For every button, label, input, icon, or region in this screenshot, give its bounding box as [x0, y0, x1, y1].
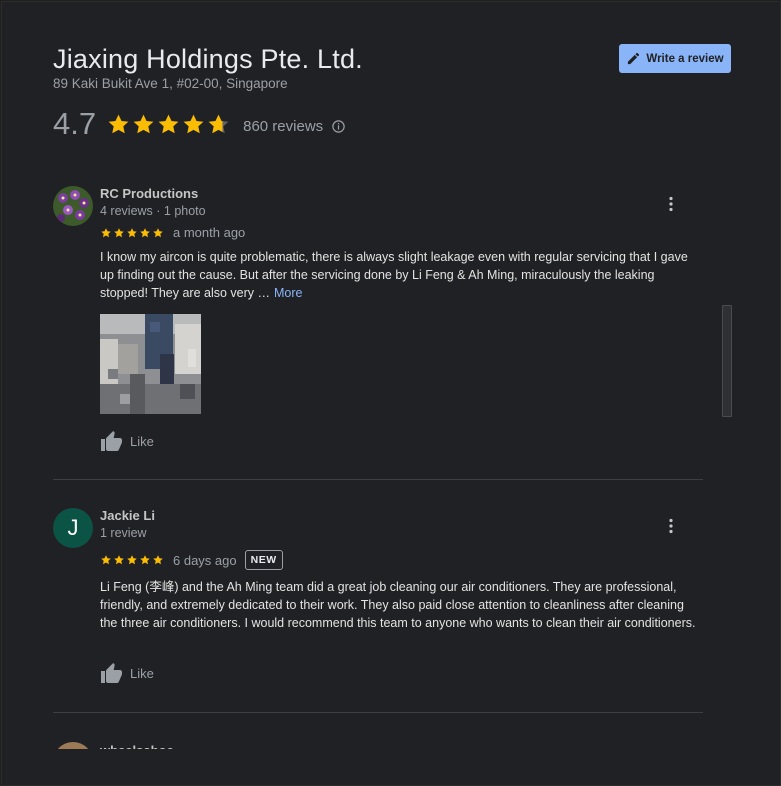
avatar[interactable] — [53, 186, 93, 226]
flower-avatar-image — [53, 186, 93, 226]
review-divider — [53, 712, 703, 713]
reviews-panel: Jiaxing Holdings Pte. Ltd. 89 Kaki Bukit… — [1, 1, 781, 786]
star-icon — [140, 227, 150, 237]
review-photo[interactable] — [100, 314, 201, 414]
star-icon — [101, 227, 111, 237]
business-name: Jiaxing Holdings Pte. Ltd. — [53, 44, 363, 74]
review-card: RC Productions 4 reviews · 1 photo a mon… — [53, 186, 703, 456]
review-date: 6 days ago — [173, 552, 237, 568]
review-rating-row: 6 days ago NEW — [100, 550, 283, 570]
like-label: Like — [130, 433, 154, 449]
review-text: I know my aircon is quite problematic, t… — [100, 248, 702, 302]
thumb-up-icon — [101, 663, 122, 683]
reviewer-meta: 4 reviews · 1 photo — [100, 204, 206, 218]
reviewer-name[interactable]: RC Productions — [100, 186, 198, 201]
review-count[interactable]: 860 reviews — [243, 118, 323, 135]
star-icon — [108, 114, 129, 133]
star-icon — [158, 114, 179, 133]
like-button[interactable]: Like — [100, 662, 154, 684]
info-icon[interactable] — [331, 119, 346, 134]
avatar[interactable]: J — [53, 508, 93, 548]
review-text: Li Feng (李峰) and the Ah Ming team did a … — [100, 580, 696, 630]
overall-rating: 4.7 860 reviews — [53, 106, 346, 142]
pencil-icon — [628, 52, 640, 65]
star-icon — [153, 227, 163, 237]
review-body: I know my aircon is quite problematic, t… — [100, 250, 688, 300]
star-icon — [114, 227, 124, 237]
scrollbar[interactable] — [722, 305, 732, 417]
write-review-label: Write a review — [646, 52, 724, 65]
review-stars — [100, 554, 164, 566]
rating-number: 4.7 — [53, 106, 97, 141]
star-icon — [153, 555, 163, 565]
rating-stars — [106, 112, 231, 137]
like-button[interactable]: Like — [100, 430, 154, 452]
like-label: Like — [130, 665, 154, 681]
scroll-clip — [2, 749, 780, 785]
star-icon — [101, 555, 111, 565]
star-icon — [127, 227, 137, 237]
review-card: J Jackie Li 1 review 6 days ago NEW Li F… — [53, 508, 703, 698]
star-icon — [140, 555, 150, 565]
review-rating-row: a month ago — [100, 225, 245, 240]
star-icon — [133, 114, 154, 133]
new-badge: NEW — [244, 550, 283, 570]
star-icon — [127, 555, 137, 565]
review-divider — [53, 479, 703, 480]
more-vert-icon[interactable] — [661, 516, 681, 536]
more-link[interactable]: More — [274, 286, 302, 300]
write-review-button[interactable]: Write a review — [619, 44, 731, 73]
thumb-up-icon — [101, 431, 122, 451]
business-address: 89 Kaki Bukit Ave 1, #02-00, Singapore — [53, 76, 288, 91]
reviewer-meta: 1 review — [100, 526, 147, 540]
reviewer-name[interactable]: Jackie Li — [100, 508, 155, 523]
review-stars — [100, 227, 164, 239]
star-icon — [183, 114, 204, 133]
star-icon — [114, 555, 124, 565]
more-vert-icon[interactable] — [661, 194, 681, 214]
star-icon — [208, 114, 229, 133]
review-date: a month ago — [173, 225, 246, 240]
